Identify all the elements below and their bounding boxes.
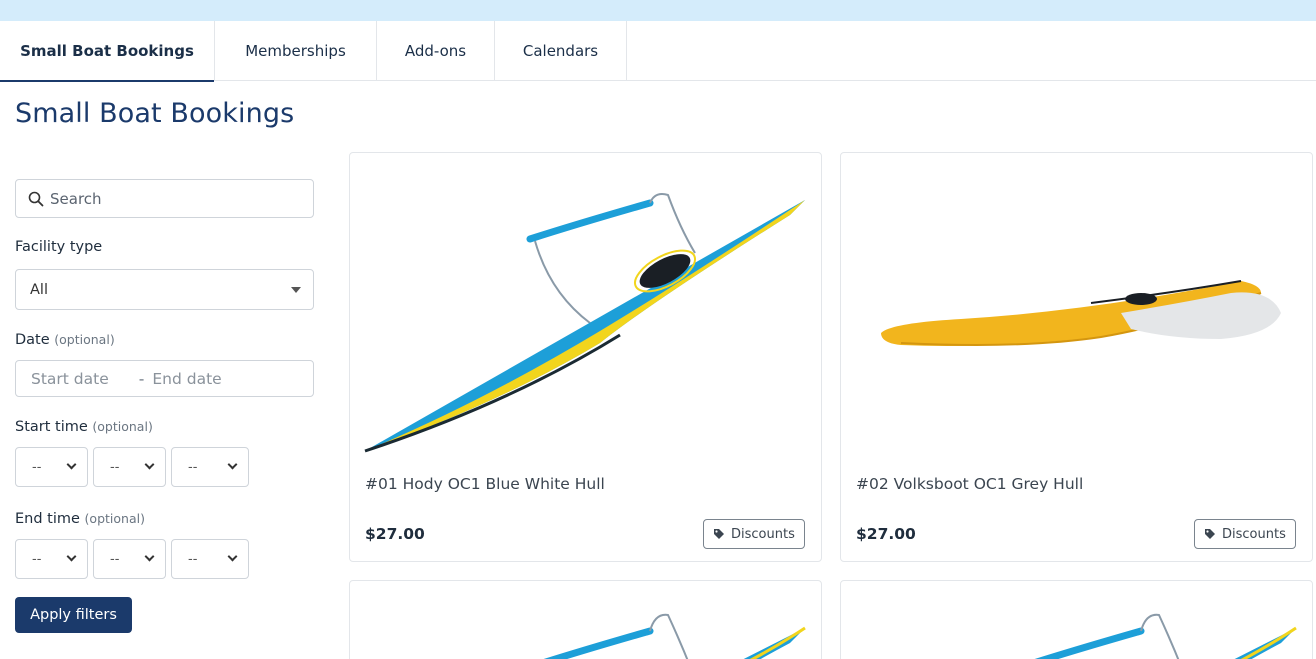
- start-time-label-text: Start time: [15, 419, 88, 435]
- facility-type-select[interactable]: All: [15, 269, 314, 310]
- tag-icon: [1205, 529, 1215, 539]
- start-minute-value: --: [110, 459, 120, 475]
- caret-down-icon: [291, 287, 301, 293]
- end-minute-select[interactable]: --: [93, 539, 166, 579]
- optional-hint: (optional): [92, 419, 153, 434]
- start-hour-value: --: [32, 459, 42, 475]
- chevron-down-icon: [144, 551, 155, 562]
- product-card[interactable]: #01 Hody OC1 Blue White Hull $27.00 Disc…: [349, 152, 822, 562]
- end-time-selects: -- -- --: [15, 539, 249, 579]
- product-card[interactable]: [840, 580, 1313, 659]
- boat-image: [881, 280, 1281, 346]
- top-banner-strip: [0, 0, 1316, 21]
- chevron-down-icon: [227, 551, 238, 562]
- tab-add-ons[interactable]: Add-ons: [377, 21, 495, 81]
- product-card[interactable]: [349, 580, 822, 659]
- date-label: Date (optional): [15, 332, 115, 348]
- end-date-placeholder: End date: [152, 369, 222, 388]
- start-time-selects: -- -- --: [15, 447, 249, 487]
- page-title: Small Boat Bookings: [15, 98, 295, 129]
- end-time-label-text: End time: [15, 511, 80, 527]
- facility-type-value: All: [30, 281, 48, 298]
- optional-hint: (optional): [54, 332, 115, 347]
- date-label-text: Date: [15, 332, 50, 348]
- card-price: $27.00: [856, 525, 916, 543]
- end-hour-value: --: [32, 551, 42, 567]
- optional-hint: (optional): [84, 511, 145, 526]
- chevron-down-icon: [144, 459, 155, 470]
- search-input[interactable]: [50, 189, 300, 208]
- start-time-label: Start time (optional): [15, 419, 153, 435]
- boat-image: [364, 193, 805, 453]
- start-ampm-value: --: [188, 459, 198, 475]
- tab-calendars[interactable]: Calendars: [495, 21, 627, 81]
- tab-memberships[interactable]: Memberships: [215, 21, 377, 81]
- apply-filters-button[interactable]: Apply filters: [15, 597, 132, 633]
- end-hour-select[interactable]: --: [15, 539, 88, 579]
- start-minute-select[interactable]: --: [93, 447, 166, 487]
- end-minute-value: --: [110, 551, 120, 567]
- start-hour-select[interactable]: --: [15, 447, 88, 487]
- end-ampm-select[interactable]: --: [171, 539, 249, 579]
- chevron-down-icon: [66, 551, 77, 562]
- card-title[interactable]: #01 Hody OC1 Blue White Hull: [365, 475, 605, 493]
- discounts-label: Discounts: [1222, 526, 1286, 542]
- date-range-input[interactable]: Start date - End date: [15, 360, 314, 397]
- card-title[interactable]: #02 Volksboot OC1 Grey Hull: [856, 475, 1083, 493]
- end-time-label: End time (optional): [15, 511, 145, 527]
- start-ampm-select[interactable]: --: [171, 447, 249, 487]
- boat-image: [543, 613, 806, 659]
- start-date-placeholder: Start date: [31, 369, 109, 388]
- search-field[interactable]: [15, 179, 314, 218]
- facility-type-label: Facility type: [15, 239, 103, 255]
- chevron-down-icon: [227, 459, 238, 470]
- discounts-button[interactable]: Discounts: [1194, 519, 1296, 549]
- discounts-label: Discounts: [731, 526, 795, 542]
- end-ampm-value: --: [188, 551, 198, 567]
- tag-icon: [714, 529, 724, 539]
- chevron-down-icon: [66, 459, 77, 470]
- tab-bar: Small Boat Bookings Memberships Add-ons …: [0, 21, 1316, 82]
- discounts-button[interactable]: Discounts: [703, 519, 805, 549]
- date-separator: -: [138, 369, 145, 388]
- product-card[interactable]: #02 Volksboot OC1 Grey Hull $27.00 Disco…: [840, 152, 1313, 562]
- tab-small-boat-bookings[interactable]: Small Boat Bookings: [0, 21, 215, 82]
- card-price: $27.00: [365, 525, 425, 543]
- search-icon: [28, 191, 44, 206]
- boat-image: [1034, 613, 1297, 659]
